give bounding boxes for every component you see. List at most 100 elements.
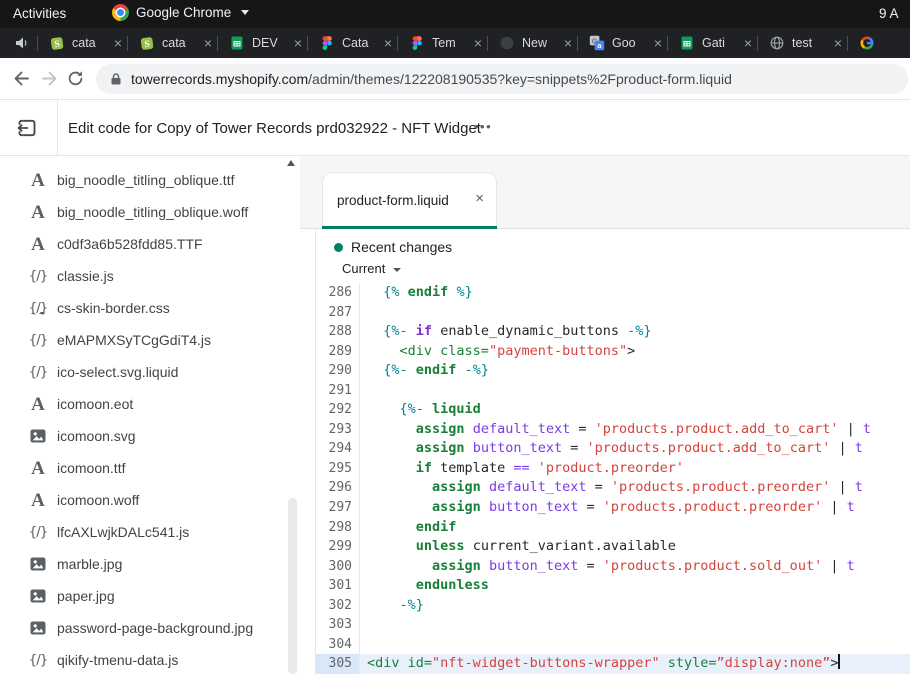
clock-label[interactable]: 9 A	[879, 6, 899, 21]
tab-close-icon[interactable]: ×	[564, 36, 572, 50]
version-dropdown[interactable]: Current	[342, 261, 401, 276]
font-file-icon: A	[27, 491, 49, 510]
activities-button[interactable]: Activities	[13, 6, 66, 21]
editor-file-tab[interactable]: product-form.liquid ×	[322, 172, 497, 229]
sidebar-file-item[interactable]: marble.jpg	[0, 548, 300, 580]
line-number: 293	[316, 420, 360, 440]
code-line-304[interactable]: 304	[316, 635, 910, 655]
sidebar-scrollbar-thumb[interactable]	[288, 498, 297, 674]
scrollbar-up-icon[interactable]	[287, 160, 295, 166]
code-line-287[interactable]: 287	[316, 303, 910, 323]
code-line-297[interactable]: 297 assign button_text = 'products.produ…	[316, 498, 910, 518]
back-icon[interactable]	[11, 68, 32, 89]
tab-close-icon[interactable]: ×	[114, 36, 122, 50]
more-actions-button[interactable]: •••	[468, 118, 498, 135]
app-menu-button[interactable]: Google Chrome	[112, 4, 249, 21]
tab-close-icon[interactable]: ×	[654, 36, 662, 50]
browser-tab-title: Gati	[702, 36, 741, 50]
browser-tab[interactable]: Tem×	[398, 28, 487, 58]
sidebar-file-item[interactable]: {/}qikify-tmenu-data.js	[0, 644, 300, 674]
code-line-303[interactable]: 303	[316, 615, 910, 635]
image-file-icon	[27, 557, 49, 571]
code-line-289[interactable]: 289 <div class="payment-buttons">	[316, 342, 910, 362]
code-line-299[interactable]: 299 unless current_variant.available	[316, 537, 910, 557]
sidebar-file-item[interactable]: Abig_noodle_titling_oblique.woff	[0, 196, 300, 228]
sidebar-file-item[interactable]: password-page-background.jpg	[0, 612, 300, 644]
code-area[interactable]: 286 {% endif %}287288 {%- if enable_dyna…	[315, 283, 910, 674]
code-text: unless current_variant.available	[360, 537, 676, 557]
browser-tab[interactable]: test×	[758, 28, 847, 58]
code-line-290[interactable]: 290 {%- endif -%}	[316, 361, 910, 381]
line-number: 301	[316, 576, 360, 596]
browser-tab[interactable]: DEV×	[218, 28, 307, 58]
browser-tabs: Scata×Scata×DEV×Cata×Tem×New×GaGoo×Gati×…	[38, 28, 882, 58]
font-file-icon: A	[27, 235, 49, 254]
code-line-291[interactable]: 291	[316, 381, 910, 401]
tab-close-icon[interactable]: ×	[475, 191, 484, 206]
browser-tab[interactable]: Scata×	[38, 28, 127, 58]
browser-tab[interactable]: Ga Goo×	[578, 28, 667, 58]
sidebar-file-item[interactable]: paper.jpg	[0, 580, 300, 612]
code-line-300[interactable]: 300 assign button_text = 'products.produ…	[316, 557, 910, 577]
browser-tab-title: Goo	[612, 36, 651, 50]
translate-icon: Ga	[589, 35, 605, 51]
code-line-288[interactable]: 288 {%- if enable_dynamic_buttons -%}	[316, 322, 910, 342]
sidebar-file-item[interactable]: Ac0df3a6b528fdd85.TTF	[0, 228, 300, 260]
code-text	[360, 303, 367, 323]
file-name: cs-skin-border.css	[57, 300, 170, 316]
forward-icon[interactable]	[39, 68, 60, 89]
sidebar-file-item[interactable]: {/}eMAPMXSyTCgGdiT4.js	[0, 324, 300, 356]
code-line-298[interactable]: 298 endif	[316, 518, 910, 538]
image-file-icon	[27, 429, 49, 443]
lock-icon[interactable]	[110, 72, 122, 86]
sidebar-file-item[interactable]: {/}classie.js	[0, 260, 300, 292]
code-line-294[interactable]: 294 assign button_text = 'products.produ…	[316, 439, 910, 459]
tab-close-icon[interactable]: ×	[204, 36, 212, 50]
sidebar-file-item[interactable]: {/}ico-select.svg.liquid	[0, 356, 300, 388]
sidebar-file-item[interactable]: Aicomoon.ttf	[0, 452, 300, 484]
version-panel: Recent changes Current	[315, 229, 910, 283]
sidebar-file-item[interactable]: {/}cs-skin-border.css	[0, 292, 300, 324]
sheets-icon	[229, 35, 245, 51]
code-text: endunless	[360, 576, 489, 596]
tab-close-icon[interactable]: ×	[474, 36, 482, 50]
code-line-293[interactable]: 293 assign default_text = 'products.prod…	[316, 420, 910, 440]
tab-close-icon[interactable]: ×	[744, 36, 752, 50]
browser-tab[interactable]: Scata×	[128, 28, 217, 58]
sidebar-file-item[interactable]: icomoon.svg	[0, 420, 300, 452]
code-text	[360, 381, 367, 401]
code-text: assign button_text = 'products.product.p…	[360, 498, 855, 518]
sidebar-file-item[interactable]: Aicomoon.woff	[0, 484, 300, 516]
code-file-icon: {/}	[27, 652, 49, 668]
code-text	[360, 635, 367, 655]
reload-icon[interactable]	[66, 69, 85, 88]
code-line-305[interactable]: 305<div id="nft-widget-buttons-wrapper" …	[316, 654, 910, 674]
desktop-top-bar: Activities Google Chrome 9 A	[0, 0, 910, 28]
image-file-icon	[27, 621, 49, 635]
tab-close-icon[interactable]: ×	[294, 36, 302, 50]
line-number: 295	[316, 459, 360, 479]
sidebar-file-item[interactable]: Aicomoon.eot	[0, 388, 300, 420]
code-line-292[interactable]: 292 {%- liquid	[316, 400, 910, 420]
header-divider	[57, 100, 58, 155]
browser-tab[interactable]: Cata×	[308, 28, 397, 58]
code-line-301[interactable]: 301 endunless	[316, 576, 910, 596]
tab-close-icon[interactable]: ×	[384, 36, 392, 50]
browser-tab[interactable]: Gati×	[668, 28, 757, 58]
exit-code-editor-button[interactable]	[16, 117, 38, 139]
file-name: c0df3a6b528fdd85.TTF	[57, 236, 203, 252]
tab-close-icon[interactable]: ×	[834, 36, 842, 50]
app-menu-label: Google Chrome	[136, 5, 231, 20]
globe-icon	[769, 35, 785, 51]
browser-tab-title: New	[522, 36, 561, 50]
browser-tab[interactable]	[848, 28, 882, 58]
version-selected-label: Current	[342, 261, 385, 276]
sidebar-file-item[interactable]: {/}lfcAXLwjkDALc541.js	[0, 516, 300, 548]
browser-tab[interactable]: New×	[488, 28, 577, 58]
sidebar-file-item[interactable]: Abig_noodle_titling_oblique.ttf	[0, 164, 300, 196]
code-line-296[interactable]: 296 assign default_text = 'products.prod…	[316, 478, 910, 498]
code-line-302[interactable]: 302 -%}	[316, 596, 910, 616]
code-line-286[interactable]: 286 {% endif %}	[316, 283, 910, 303]
code-line-295[interactable]: 295 if template == 'product.preorder'	[316, 459, 910, 479]
address-bar[interactable]: towerrecords.myshopify.com/admin/themes/…	[96, 64, 908, 94]
